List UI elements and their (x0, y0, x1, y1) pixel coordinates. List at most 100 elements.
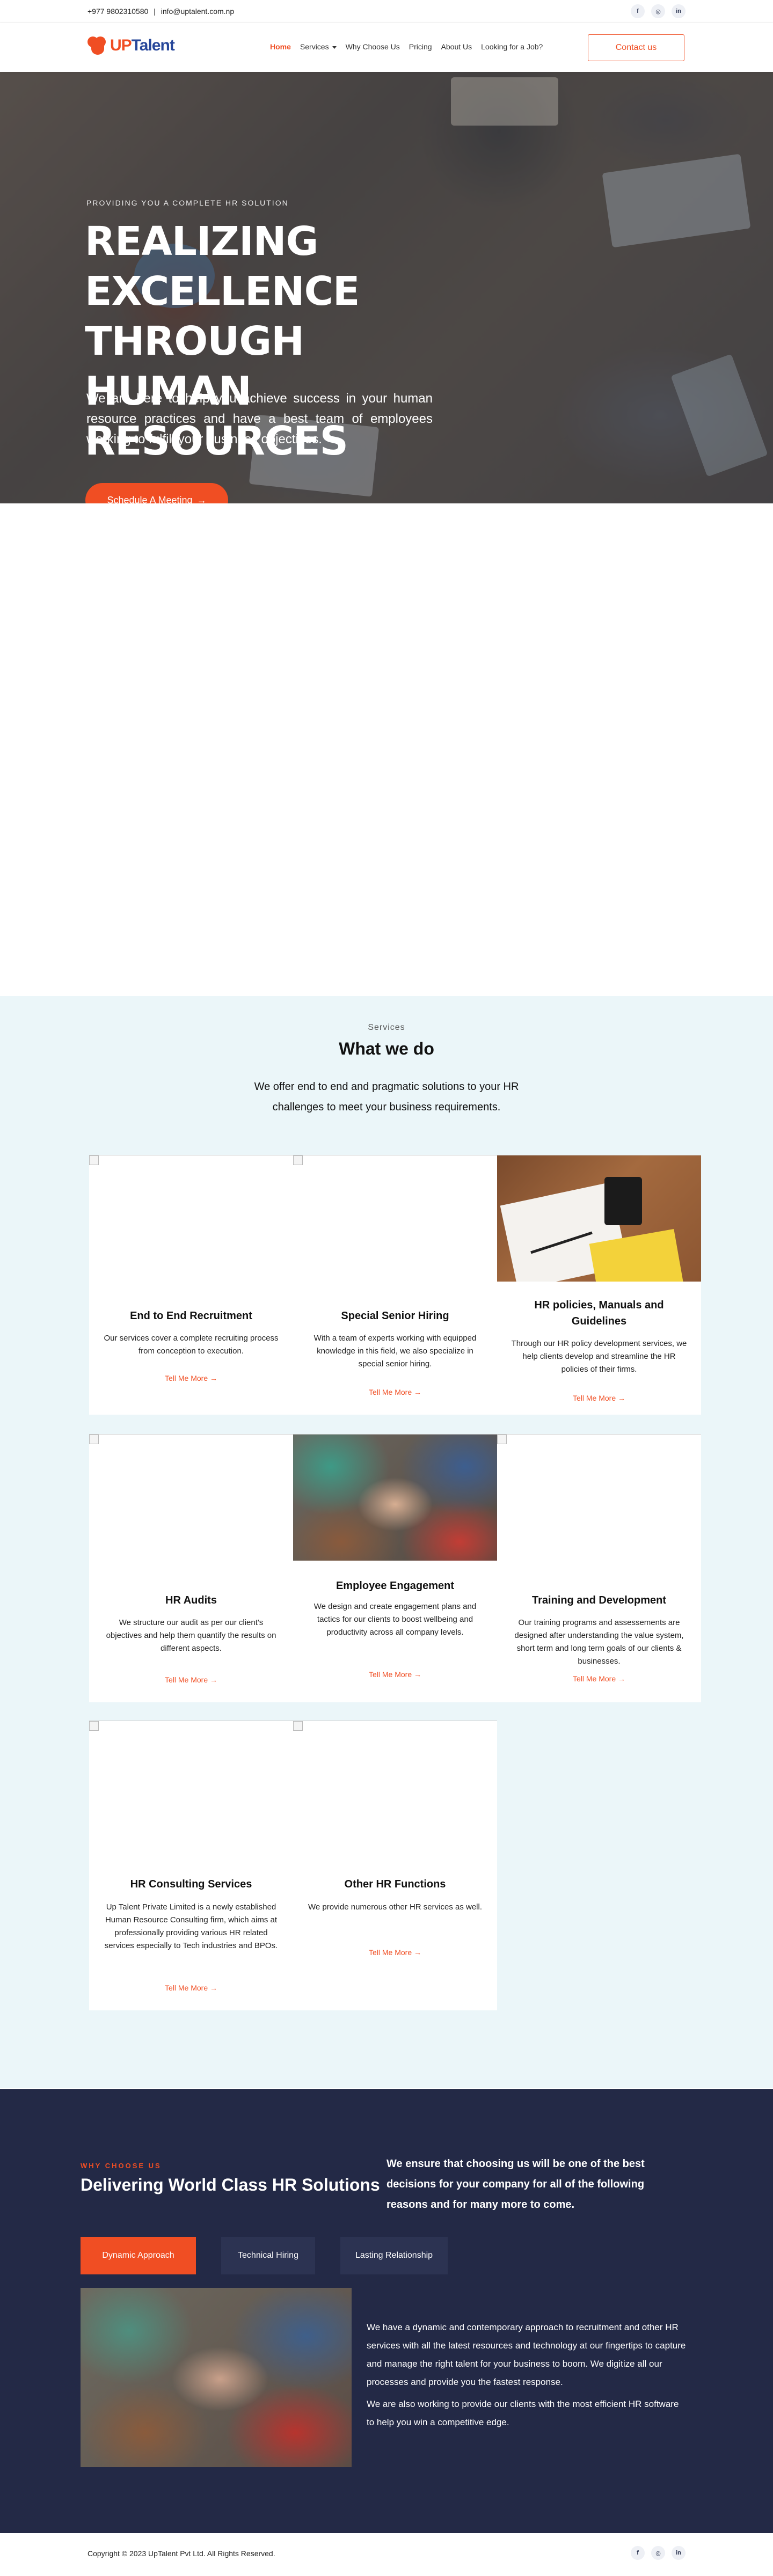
tell-me-more-link[interactable]: Tell Me More → (89, 1675, 293, 1684)
tell-me-more-label: Tell Me More (368, 1948, 412, 1957)
arrow-right-icon: → (618, 1674, 626, 1683)
service-card-training: Training and Development Our training pr… (497, 1434, 701, 1702)
site-footer: Copyright © 2023 UpTalent Pvt Ltd. All R… (0, 2533, 773, 2576)
instagram-icon[interactable]: ◎ (651, 4, 665, 18)
service-card-hr-consulting: HR Consulting Services Up Talent Private… (89, 1721, 293, 2010)
linkedin-icon[interactable]: in (672, 4, 686, 18)
logo-accent: P (121, 36, 132, 54)
services-title: What we do (339, 1039, 434, 1058)
tab-lasting-relationship[interactable]: Lasting Relationship (340, 2237, 448, 2274)
tell-me-more-link[interactable]: Tell Me More → (497, 1394, 701, 1402)
tell-me-more-link[interactable]: Tell Me More → (497, 1674, 701, 1683)
hero-background-photo (602, 153, 751, 248)
service-card-employee-engagement: Employee Engagement We design and create… (293, 1434, 497, 1702)
service-title: Training and Development (531, 1594, 667, 1606)
arrow-right-icon: → (210, 1984, 218, 1992)
hero-section: PROVIDING YOU A COMPLETE HR SOLUTION Rea… (0, 72, 773, 503)
hero-kicker: PROVIDING YOU A COMPLETE HR SOLUTION (86, 199, 289, 207)
service-title: HR policies, Manuals and Guidelines (534, 1299, 664, 1327)
service-card-recruitment: End to End Recruitment Our services cove… (89, 1155, 293, 1415)
why-paragraph-1: We have a dynamic and contemporary appro… (367, 2322, 686, 2387)
nav-services-label: Services (300, 42, 329, 51)
nav-why-choose-us[interactable]: Why Choose Us (346, 42, 400, 51)
schedule-meeting-button[interactable]: Schedule A Meeting → (85, 483, 228, 503)
why-choose-us-section: WHY CHOOSE US Delivering World Class HR … (0, 2089, 773, 2533)
service-text: We provide numerous other HR services as… (308, 1902, 483, 1912)
logo-mark-icon (87, 35, 108, 56)
service-image (89, 1155, 293, 1282)
service-title: Employee Engagement (336, 1580, 455, 1592)
site-header: UPTalent Home Services Why Choose Us Pri… (0, 23, 773, 72)
logo-text: UPTalent (110, 36, 175, 55)
facebook-icon[interactable]: f (631, 4, 645, 18)
tell-me-more-label: Tell Me More (368, 1670, 412, 1679)
linkedin-icon[interactable]: in (672, 2546, 686, 2560)
service-title: HR Consulting Services (130, 1878, 252, 1890)
arrow-right-icon: → (414, 1670, 422, 1679)
arrow-right-icon: → (210, 1374, 218, 1382)
instagram-icon[interactable]: ◎ (651, 2546, 665, 2560)
tab-dynamic-approach[interactable]: Dynamic Approach (81, 2237, 196, 2274)
team-hands-photo (81, 2288, 352, 2467)
tell-me-more-label: Tell Me More (164, 1675, 208, 1684)
service-image (293, 1155, 497, 1282)
why-title: Delivering World Class HR Solutions (81, 2175, 380, 2194)
tell-me-more-link[interactable]: Tell Me More → (293, 1388, 497, 1396)
contact-separator: | (154, 7, 156, 16)
tell-me-more-label: Tell Me More (368, 1388, 412, 1396)
service-image (293, 1721, 497, 1847)
tab-technical-hiring[interactable]: Technical Hiring (221, 2237, 315, 2274)
arrow-right-icon: → (196, 494, 207, 504)
service-title: End to End Recruitment (130, 1310, 252, 1322)
service-title: Special Senior Hiring (341, 1310, 449, 1322)
service-card-other-hr: Other HR Functions We provide numerous o… (293, 1721, 497, 2010)
service-image (89, 1434, 293, 1561)
contact-info: +977 9802310580 | info@uptalent.com.np (87, 7, 237, 16)
why-kicker: WHY CHOOSE US (81, 2162, 162, 2170)
email-link[interactable]: info@uptalent.com.np (161, 7, 234, 16)
tell-me-more-label: Tell Me More (164, 1984, 208, 1992)
site-logo[interactable]: UPTalent (87, 35, 175, 56)
service-text: We design and create engagement plans an… (313, 1602, 477, 1637)
arrow-right-icon: → (210, 1675, 218, 1684)
service-card-senior-hiring: Special Senior Hiring With a team of exp… (293, 1155, 497, 1415)
nav-home[interactable]: Home (270, 42, 291, 51)
service-image (89, 1721, 293, 1847)
why-paragraph-2: We are also working to provide our clien… (367, 2399, 679, 2427)
service-text: With a team of experts working with equi… (313, 1334, 477, 1368)
why-tabs: Dynamic Approach Technical Hiring Lastin… (81, 2237, 448, 2274)
copyright-text: Copyright © 2023 UpTalent Pvt Ltd. All R… (87, 2549, 275, 2558)
service-text: Our services cover a complete recruiting… (104, 1334, 279, 1356)
why-lead: We ensure that choosing us will be one o… (386, 2158, 645, 2211)
nav-about-us[interactable]: About Us (441, 42, 472, 51)
hands-together-photo (293, 1434, 497, 1561)
tell-me-more-link[interactable]: Tell Me More → (89, 1374, 293, 1382)
logo-prefix: U (110, 36, 122, 54)
nav-pricing[interactable]: Pricing (409, 42, 432, 51)
service-card-hr-policies: HR policies, Manuals and Guidelines Thro… (497, 1155, 701, 1415)
services-kicker: Services (368, 1023, 405, 1032)
desk-mug-photo (497, 1155, 701, 1282)
chevron-down-icon (332, 46, 337, 49)
service-text: Up Talent Private Limited is a newly est… (104, 1902, 278, 1950)
phone-number[interactable]: +977 9802310580 (87, 7, 148, 16)
services-intro: We offer end to end and pragmatic soluti… (254, 1081, 519, 1113)
tell-me-more-link[interactable]: Tell Me More → (293, 1948, 497, 1957)
tell-me-more-link[interactable]: Tell Me More → (293, 1670, 497, 1679)
tell-me-more-link[interactable]: Tell Me More → (89, 1984, 293, 1992)
services-section: Services What we do We offer end to end … (0, 996, 773, 2088)
facebook-icon[interactable]: f (631, 2546, 645, 2560)
contact-us-button[interactable]: Contact us (588, 34, 684, 61)
nav-services[interactable]: Services (300, 42, 337, 51)
tell-me-more-label: Tell Me More (164, 1374, 208, 1382)
service-text: Through our HR policy development servic… (511, 1339, 687, 1374)
tell-me-more-label: Tell Me More (572, 1674, 616, 1683)
service-title: Other HR Functions (344, 1878, 446, 1890)
schedule-meeting-label: Schedule A Meeting (107, 494, 193, 504)
main-nav: Home Services Why Choose Us Pricing Abou… (270, 42, 552, 51)
arrow-right-icon: → (618, 1394, 626, 1402)
nav-looking-for-job[interactable]: Looking for a Job? (481, 42, 543, 51)
service-card-hr-audits: HR Audits We structure our audit as per … (89, 1434, 293, 1702)
arrow-right-icon: → (414, 1948, 422, 1957)
service-image (497, 1434, 701, 1561)
